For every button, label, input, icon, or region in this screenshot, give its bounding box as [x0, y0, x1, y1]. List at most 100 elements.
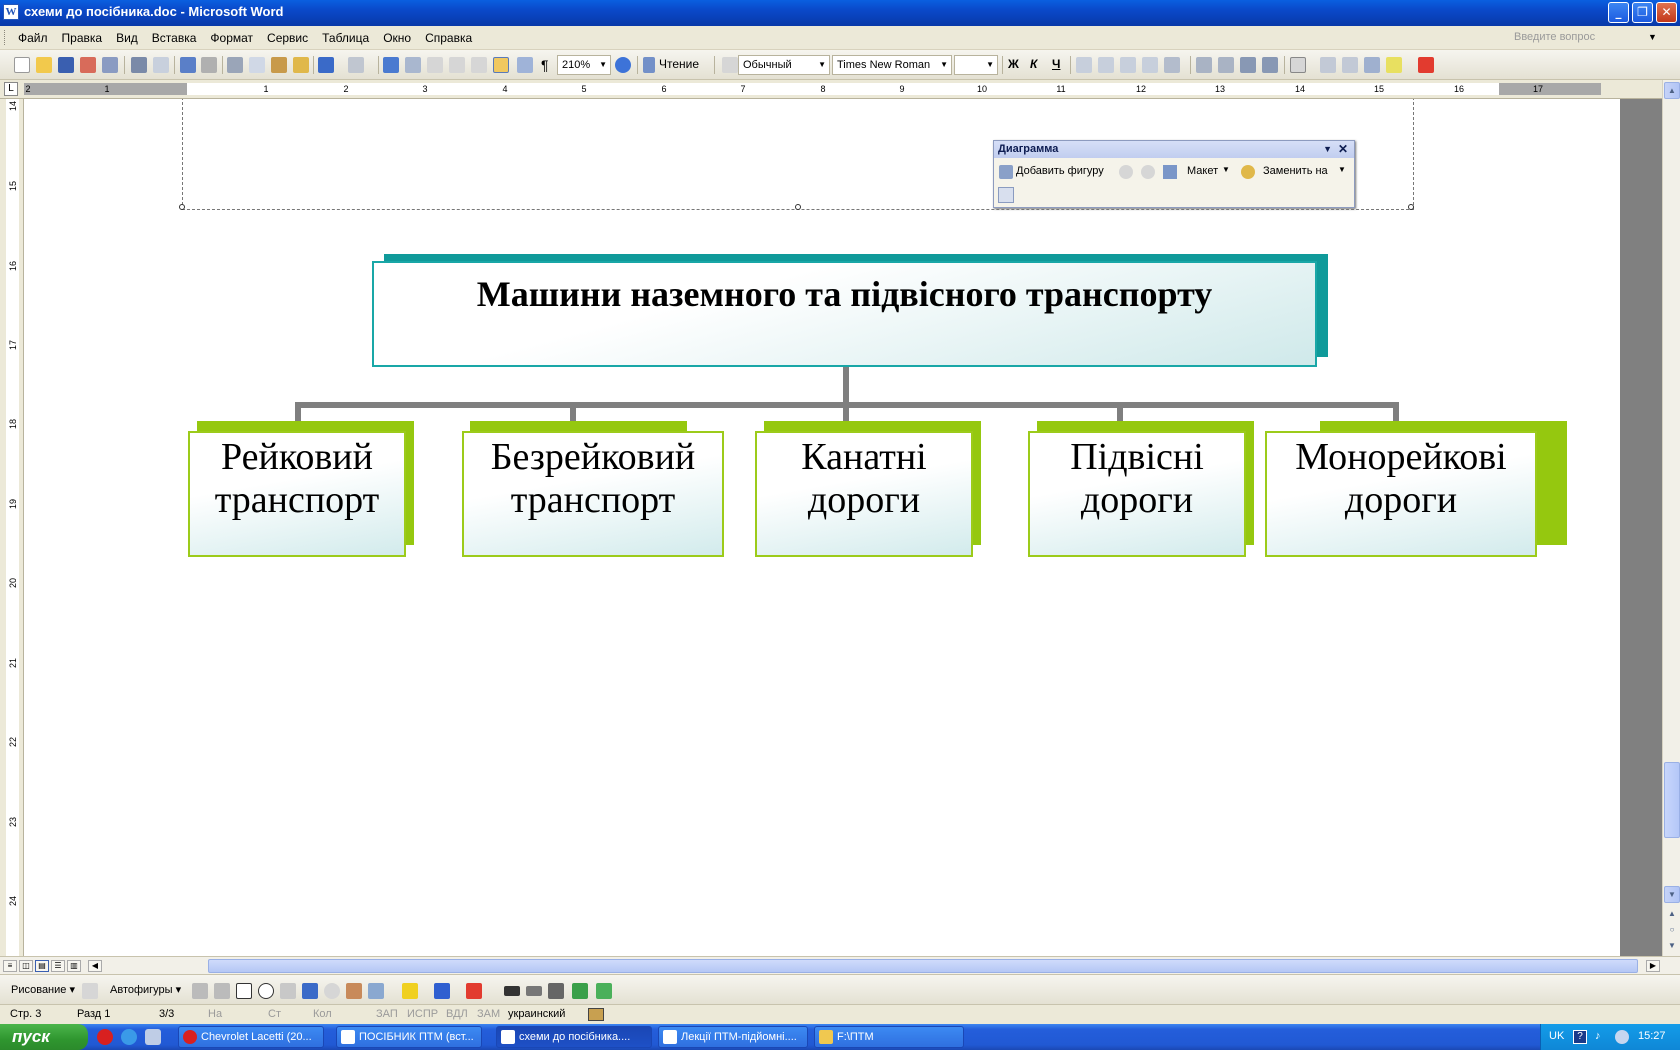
back-icon[interactable] — [1615, 1030, 1629, 1044]
resize-handle[interactable] — [179, 204, 185, 210]
menu-view[interactable]: Вид — [109, 30, 145, 46]
increase-indent-icon[interactable] — [1262, 57, 1278, 73]
shadow-style-icon[interactable] — [572, 983, 588, 999]
spelling-icon[interactable] — [180, 57, 196, 73]
minimize-button[interactable]: _ — [1608, 2, 1629, 23]
resize-handle[interactable] — [1408, 204, 1414, 210]
fill-color-icon[interactable] — [402, 983, 418, 999]
horizontal-ruler[interactable]: L 2 1 1 2 3 4 5 6 7 8 9 10 11 12 13 14 1… — [0, 80, 1662, 99]
autoshapes-menu-button[interactable]: Автофигуры ▾ — [110, 983, 181, 996]
taskbar-item[interactable]: F:\ПТМ — [814, 1026, 964, 1048]
spelling-status-icon[interactable] — [588, 1008, 604, 1021]
print-preview-icon[interactable] — [153, 57, 169, 73]
child-node-rail-transport[interactable]: Рейковий транспорт — [188, 431, 406, 557]
underline-button[interactable]: Ч — [1052, 57, 1060, 71]
align-right-icon[interactable] — [1120, 57, 1136, 73]
line-icon[interactable] — [192, 983, 208, 999]
text-box-icon[interactable] — [280, 983, 296, 999]
cut-icon[interactable] — [227, 57, 243, 73]
scrollbar-thumb[interactable] — [1664, 762, 1680, 838]
menu-help[interactable]: Справка — [418, 30, 479, 46]
highlight-icon[interactable] — [1386, 57, 1402, 73]
drawing-menu-button[interactable]: Рисование ▾ — [11, 983, 75, 996]
tab-selector[interactable]: L — [4, 82, 18, 96]
menu-grip[interactable] — [4, 30, 7, 45]
scroll-right-icon[interactable]: ▶ — [1646, 960, 1660, 972]
change-to-button[interactable]: Заменить на — [1263, 165, 1328, 177]
menu-insert[interactable]: Вставка — [145, 30, 204, 46]
opera-icon[interactable] — [97, 1029, 113, 1045]
save-icon[interactable] — [58, 57, 74, 73]
horizontal-scrollbar[interactable]: ≡ ◫ ▤ ☰ ▥ ◀ ▶ — [0, 956, 1680, 974]
oval-icon[interactable] — [258, 983, 274, 999]
new-document-icon[interactable] — [14, 57, 30, 73]
line-spacing-icon[interactable] — [1164, 57, 1180, 73]
vertical-scrollbar[interactable]: ▲ ▼ ▲ ○ ▼ — [1662, 80, 1680, 956]
change-case-icon[interactable] — [1364, 57, 1380, 73]
line-style-icon[interactable] — [504, 986, 520, 996]
permission-icon[interactable] — [80, 57, 96, 73]
decrease-indent-icon[interactable] — [1240, 57, 1256, 73]
taskbar-item-active[interactable]: схеми до посібника.... — [496, 1026, 652, 1048]
hyperlink-icon[interactable] — [383, 57, 399, 73]
status-overtype[interactable]: ЗАМ — [477, 1008, 500, 1020]
insert-picture-icon[interactable] — [368, 983, 384, 999]
ask-question-input[interactable]: Введите вопрос — [1508, 29, 1663, 46]
line-color-icon[interactable] — [434, 983, 450, 999]
open-folder-icon[interactable] — [36, 57, 52, 73]
word-app-icon[interactable]: W — [3, 4, 19, 20]
web-layout-icon[interactable]: ◫ — [19, 960, 33, 972]
rectangle-icon[interactable] — [236, 983, 252, 999]
scroll-up-icon[interactable]: ▲ — [1664, 82, 1680, 99]
bold-button[interactable]: Ж — [1008, 57, 1019, 71]
add-shape-button[interactable]: Добавить фигуру — [1016, 165, 1104, 177]
menu-window[interactable]: Окно — [376, 30, 418, 46]
clock[interactable]: 15:27 — [1638, 1030, 1666, 1042]
help-icon[interactable] — [615, 57, 631, 73]
arrow-style-icon[interactable] — [548, 983, 564, 999]
dash-style-icon[interactable] — [526, 986, 542, 996]
resize-handle[interactable] — [795, 204, 801, 210]
select-objects-icon[interactable] — [82, 983, 98, 999]
scroll-down-icon[interactable]: ▼ — [1664, 886, 1680, 903]
clip-art-icon[interactable] — [346, 983, 362, 999]
text-wrap-icon[interactable] — [998, 187, 1014, 203]
email-icon[interactable] — [102, 57, 118, 73]
volume-icon[interactable]: ♪ — [1595, 1030, 1601, 1042]
redo-icon[interactable] — [348, 57, 364, 73]
print-icon[interactable] — [131, 57, 147, 73]
bullets-icon[interactable] — [1218, 57, 1234, 73]
ask-question-dropdown-icon[interactable]: ▼ — [1648, 32, 1657, 42]
align-center-icon[interactable] — [1098, 57, 1114, 73]
document-map-icon[interactable] — [517, 57, 533, 73]
normal-view-icon[interactable]: ≡ — [3, 960, 17, 972]
justify-icon[interactable] — [1142, 57, 1158, 73]
child-node-monorail-roads[interactable]: Монорейкові дороги — [1265, 431, 1537, 557]
style-select[interactable]: Обычный ▼ — [738, 55, 830, 75]
font-size-select[interactable]: ▼ — [954, 55, 998, 75]
taskbar-item[interactable]: Chevrolet Lacetti (20... — [178, 1026, 324, 1048]
copy-icon[interactable] — [249, 57, 265, 73]
show-formatting-button[interactable]: ¶ — [541, 57, 549, 73]
layout-button[interactable]: Макет — [1187, 165, 1218, 177]
research-icon[interactable] — [201, 57, 217, 73]
menu-edit[interactable]: Правка — [55, 30, 110, 46]
start-button[interactable]: пуск — [0, 1024, 88, 1050]
scrollbar-thumb[interactable] — [208, 959, 1638, 973]
menu-table[interactable]: Таблица — [315, 30, 376, 46]
numbering-icon[interactable] — [1196, 57, 1212, 73]
child-node-suspended-roads[interactable]: Підвісні дороги — [1028, 431, 1246, 557]
arrow-icon[interactable] — [214, 983, 230, 999]
wordart-icon[interactable] — [302, 983, 318, 999]
italic-button[interactable]: К — [1030, 57, 1037, 71]
status-language[interactable]: украинский — [508, 1008, 565, 1020]
reading-layout-button[interactable]: Чтение — [659, 57, 699, 71]
font-color-icon[interactable] — [466, 983, 482, 999]
select-browse-object-icon[interactable]: ○ — [1664, 922, 1680, 939]
show-desktop-icon[interactable] — [145, 1029, 161, 1045]
help-icon[interactable]: ? — [1573, 1030, 1587, 1044]
insert-excel-icon[interactable] — [449, 57, 465, 73]
zoom-select[interactable]: 210% ▼ — [557, 55, 611, 75]
status-track-changes[interactable]: ИСПР — [407, 1008, 438, 1020]
borders-icon[interactable] — [1290, 57, 1306, 73]
